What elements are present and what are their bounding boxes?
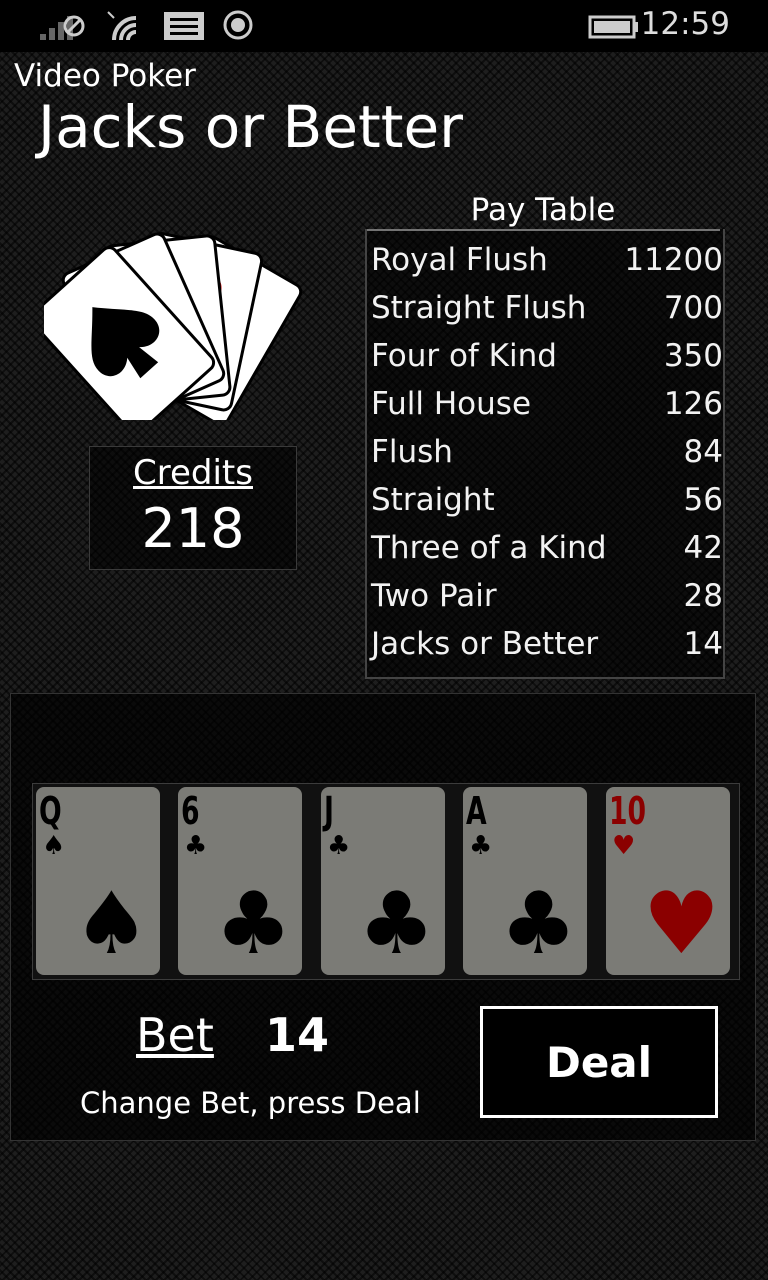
hand-payout: 84: [683, 434, 723, 470]
card-suit-small: ♠: [42, 831, 66, 861]
playing-card[interactable]: J ♣ ♣: [321, 787, 445, 975]
playing-card[interactable]: A ♣ ♣: [463, 787, 587, 975]
bet-value: 14: [265, 1008, 330, 1062]
playing-card[interactable]: Q ♠ ♠: [36, 787, 160, 975]
card-suit-small: ♣: [327, 831, 351, 861]
location-icon: [223, 10, 253, 40]
wifi-icon: [107, 11, 137, 41]
card-suit-large: ♥: [642, 874, 720, 974]
credits-panel: Credits 218: [89, 446, 297, 570]
card-suit-small: ♥: [612, 831, 636, 861]
hand-payout: 126: [663, 386, 723, 422]
card-rank: J: [324, 789, 334, 833]
bet-hint: Change Bet, press Deal: [80, 1086, 421, 1120]
app-name: Video Poker: [14, 58, 196, 94]
page-title: Jacks or Better: [38, 93, 464, 161]
hand-name: Royal Flush: [371, 242, 548, 278]
card-suit-large: ♣: [499, 874, 577, 974]
paytable-row: Jacks or Better 14: [367, 613, 723, 662]
hand-payout: 42: [683, 530, 723, 566]
paytable-row: Straight 56: [367, 469, 723, 518]
hand-name: Flush: [371, 434, 453, 470]
battery-icon: [588, 15, 638, 39]
credits-value: 218: [141, 497, 245, 560]
paytable-row: Full House 126: [367, 373, 723, 422]
paytable: Royal Flush 11200 Straight Flush 700 Four …: [365, 229, 725, 679]
paytable-title: Pay Table: [366, 191, 720, 231]
hand-payout: 28: [683, 578, 723, 614]
card-suit-large: ♣: [214, 874, 292, 974]
status-bar: 12:59: [0, 0, 768, 52]
signal-icon: [40, 15, 85, 40]
paytable-row: Two Pair 28: [367, 565, 723, 614]
hand-payout: 700: [663, 290, 723, 326]
message-icon: [164, 12, 204, 40]
card-suit-small: ♣: [469, 831, 493, 861]
paytable-row: Flush 84: [367, 421, 723, 470]
hand-payout: 56: [683, 482, 723, 518]
playing-card[interactable]: 10 ♥ ♥: [606, 787, 730, 975]
hand-name: Two Pair: [371, 578, 497, 614]
card-suit-large: ♣: [357, 874, 435, 974]
hand-name: Jacks or Better: [371, 626, 599, 662]
card-suit-small: ♣: [184, 831, 208, 861]
hand-name: Three of a Kind: [371, 530, 607, 566]
paytable-row: Royal Flush 11200: [367, 229, 723, 278]
playing-card[interactable]: 6 ♣ ♣: [178, 787, 302, 975]
hand-name: Straight Flush: [371, 290, 587, 326]
card-rank: 6: [181, 789, 200, 833]
card-fan-logo: [44, 232, 303, 420]
paytable-row: Four of Kind 350: [367, 325, 723, 374]
hand-payout: 350: [663, 338, 723, 374]
paytable-row: Three of a Kind 42: [367, 517, 723, 566]
card-rank: A: [466, 789, 487, 833]
credits-label: Credits: [133, 453, 253, 493]
card-rank: 10: [609, 789, 647, 833]
bet-label[interactable]: Bet: [136, 1008, 214, 1062]
hand-name: Four of Kind: [371, 338, 557, 374]
hand-payout: 11200: [624, 242, 723, 278]
hand-name: Full House: [371, 386, 532, 422]
card-suit-large: ♠: [72, 874, 150, 974]
deal-button[interactable]: Deal: [480, 1006, 718, 1118]
clock: 12:59: [640, 6, 730, 42]
paytable-row: Straight Flush 700: [367, 277, 723, 326]
card-rank: Q: [39, 789, 62, 833]
hand-name: Straight: [371, 482, 495, 518]
hand-payout: 14: [683, 626, 723, 662]
